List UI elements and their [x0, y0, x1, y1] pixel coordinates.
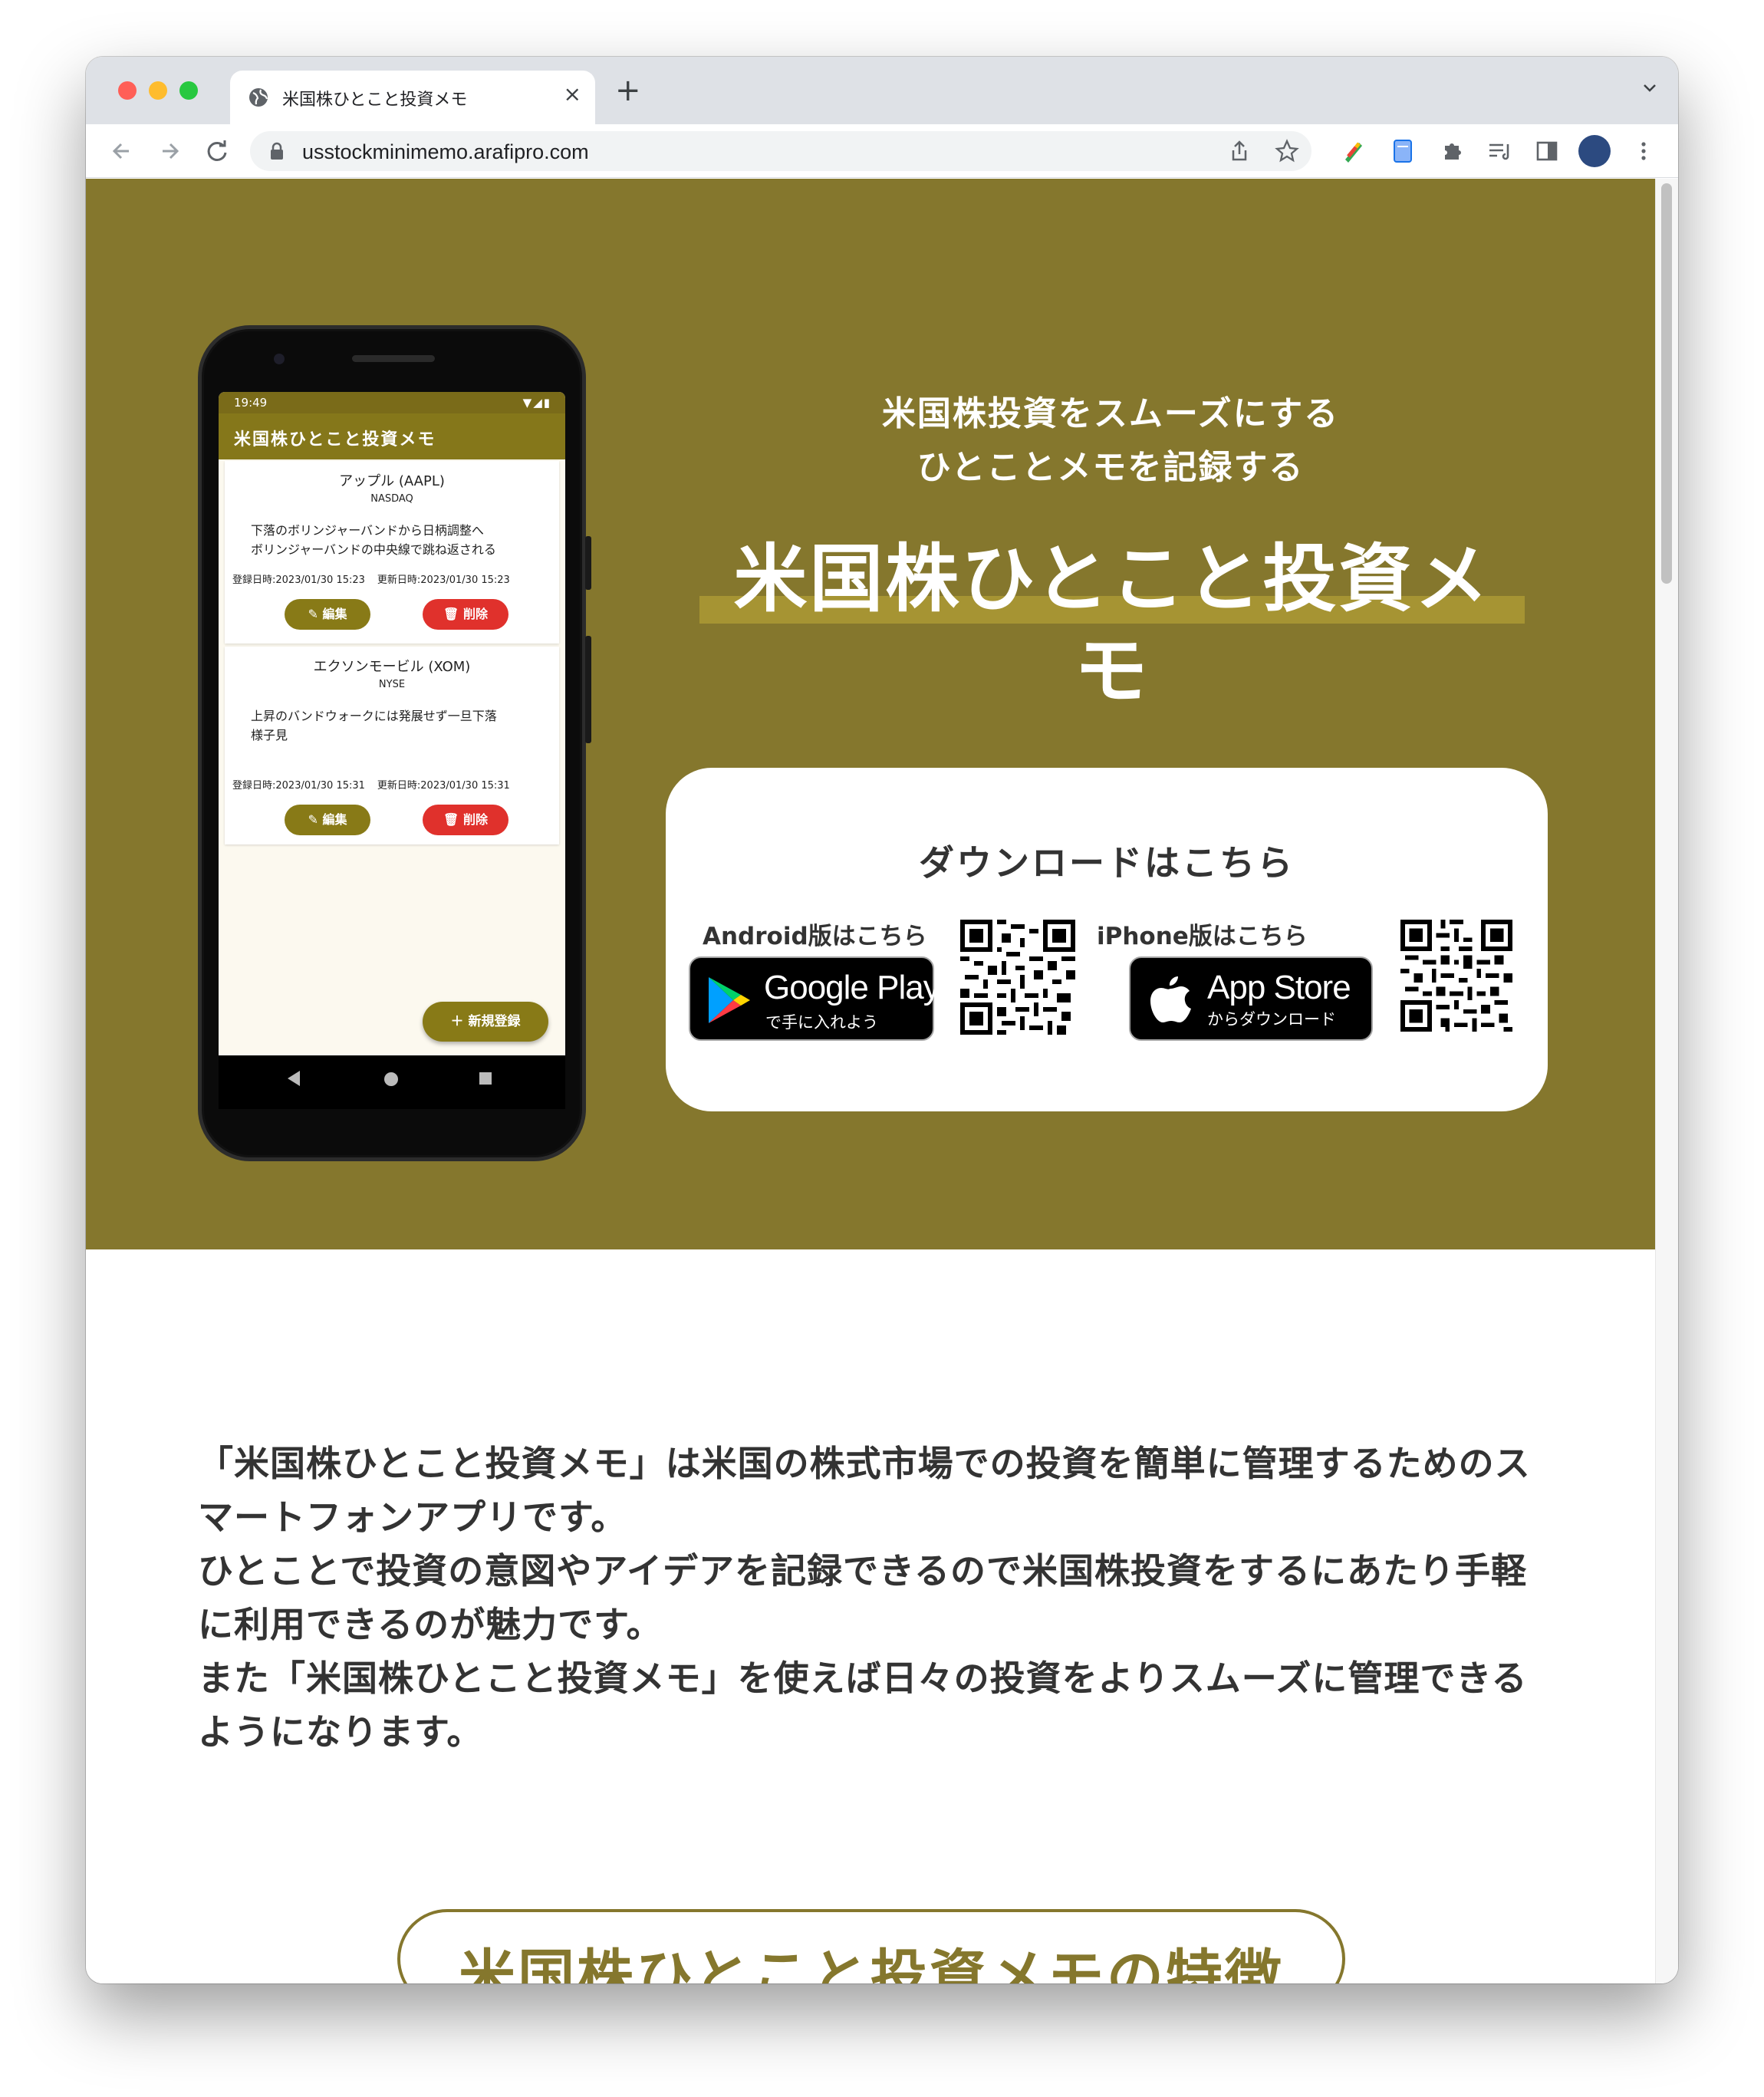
- status-time: 19:49: [234, 396, 268, 410]
- google-play-badge[interactable]: Google Play で手に入れよう: [689, 956, 940, 1041]
- minimize-window-button[interactable]: [149, 81, 167, 100]
- chevron-down-icon[interactable]: [1641, 80, 1658, 97]
- download-heading: ダウンロードはこちら: [919, 842, 1295, 884]
- intro-paragraph: 「米国株ひとこと投資メモ」は米国の株式市場での投資を簡単に管理するためのスマート…: [198, 1443, 1531, 1538]
- app-store-subtext: からダウンロード: [1207, 1010, 1336, 1029]
- address-bar[interactable]: usstockminimemo.arafipro.com: [250, 131, 1311, 171]
- edit-label: 編集: [322, 607, 347, 621]
- side-panel-icon[interactable]: [1532, 137, 1562, 166]
- maximize-window-button[interactable]: [179, 81, 198, 100]
- intro-paragraph: ひとことで投資の意図やアイデアを記録できるので米国株投資をするにあたり手軽に利用…: [198, 1550, 1528, 1645]
- reload-icon[interactable]: [199, 133, 235, 169]
- fab-label: 新規登録: [468, 1014, 521, 1029]
- tab-close-icon[interactable]: ×: [564, 81, 581, 107]
- hero-tagline-line-2: ひとことメモを記録する: [917, 448, 1305, 487]
- google-play-icon: [709, 977, 750, 1023]
- android-label: Android版はこちら: [703, 923, 927, 950]
- phone-volume-button: [585, 536, 591, 590]
- iphone-qr-code[interactable]: [1400, 920, 1512, 1032]
- status-icons: ▼◢▮: [522, 396, 551, 410]
- phone-mockup: 19:49 ▼◢▮ 米国株ひとこと投資メモ アップル (AAPL) NASDAQ…: [198, 325, 591, 1161]
- hero-title: 米国株ひとこと投資メモ: [733, 536, 1491, 714]
- iphone-label: iPhone版はこちら: [1097, 923, 1308, 950]
- hero-title-block: 米国株ひとこと投資メモ: [699, 533, 1525, 714]
- stock-market: NYSE: [378, 679, 406, 690]
- edit-button[interactable]: ✎ 編集: [285, 599, 370, 630]
- phone-camera: [274, 354, 285, 364]
- forward-arrow-icon[interactable]: [152, 133, 187, 169]
- reading-list-icon[interactable]: [1485, 137, 1514, 166]
- intro-text: 「米国株ひとこと投資メモ」は米国の株式市場での投資を簡単に管理するためのスマート…: [198, 1437, 1555, 1759]
- android-home-icon: [384, 1072, 398, 1086]
- features-heading: 米国株ひとこと投資メモの特徴: [459, 1944, 1284, 1983]
- lock-icon[interactable]: [268, 141, 285, 161]
- scrollbar-track[interactable]: [1655, 179, 1678, 1983]
- edit-button[interactable]: ✎ 編集: [285, 805, 370, 835]
- close-window-button[interactable]: [118, 81, 137, 100]
- features-heading-box: 米国株ひとこと投資メモの特徴: [397, 1909, 1345, 1983]
- apple-logo-icon: [1150, 976, 1191, 1022]
- phone-status-bar: 19:49 ▼◢▮: [219, 392, 565, 413]
- phone-screen: 19:49 ▼◢▮ 米国株ひとこと投資メモ アップル (AAPL) NASDAQ…: [219, 392, 565, 1055]
- google-play-subtext: で手に入れよう: [765, 1013, 878, 1032]
- phone-nav-bar: [219, 1055, 565, 1109]
- memo-dates: 登録日時:2023/01/30 15:23 更新日時:2023/01/30 15:…: [232, 571, 555, 586]
- updated-date: 更新日時:2023/01/30 15:31: [377, 780, 510, 792]
- browser-window: 米国株ひとこと投資メモ × + usstockminimemo.arafipro…: [86, 57, 1678, 1983]
- stock-market: NASDAQ: [370, 493, 413, 505]
- kebab-menu-icon[interactable]: [1629, 137, 1658, 166]
- phone-speaker: [352, 355, 435, 362]
- page-viewport[interactable]: 19:49 ▼◢▮ 米国株ひとこと投資メモ アップル (AAPL) NASDAQ…: [86, 179, 1678, 1983]
- android-back-icon: [288, 1071, 300, 1086]
- updated-date: 更新日時:2023/01/30 15:23: [377, 574, 510, 586]
- new-tab-button[interactable]: +: [615, 75, 641, 106]
- phone-app-bar: 米国株ひとこと投資メモ: [219, 413, 565, 459]
- google-play-text: Google Play: [764, 969, 940, 1006]
- url-text[interactable]: usstockminimemo.arafipro.com: [302, 140, 589, 164]
- phone-power-button: [585, 636, 591, 743]
- created-date: 登録日時:2023/01/30 15:31: [232, 780, 365, 792]
- star-icon[interactable]: [1273, 137, 1301, 165]
- stock-name: エクソンモービル (XOM): [313, 659, 471, 675]
- memo-card: エクソンモービル (XOM) NYSE 上昇のバンドウォークには発展せず一旦下落…: [225, 647, 559, 844]
- delete-label: 削除: [462, 607, 488, 621]
- memo-text: 上昇のバンドウォークには発展せず一旦下落 様子見: [251, 709, 497, 742]
- delete-button[interactable]: 🗑 削除: [423, 599, 508, 630]
- new-memo-fab[interactable]: ＋ 新規登録: [423, 1002, 548, 1042]
- extensions-icon[interactable]: [1437, 137, 1466, 166]
- delete-button[interactable]: 🗑 削除: [423, 805, 508, 835]
- app-store-text: App Store: [1207, 969, 1351, 1006]
- hero-section: 19:49 ▼◢▮ 米国株ひとこと投資メモ アップル (AAPL) NASDAQ…: [86, 179, 1655, 1249]
- created-date: 登録日時:2023/01/30 15:23: [232, 574, 365, 586]
- android-recents-icon: [479, 1072, 492, 1085]
- share-icon[interactable]: [1226, 137, 1253, 165]
- hero-tagline-line-1: 米国株投資をスムーズにする: [881, 394, 1340, 433]
- browser-toolbar: usstockminimemo.arafipro.com: [86, 124, 1678, 178]
- pen-extension-icon[interactable]: [1339, 137, 1368, 166]
- intro-paragraph: また「米国株ひとこと投資メモ」を使えば日々の投資をよりスムーズに管理できるように…: [198, 1658, 1528, 1753]
- profile-avatar[interactable]: [1578, 135, 1611, 167]
- app-store-badge[interactable]: App Store からダウンロード: [1129, 956, 1373, 1041]
- document-extension-icon[interactable]: [1388, 137, 1417, 166]
- download-card: ダウンロードはこちら Android版はこちら Google Play で手に入…: [666, 768, 1548, 1111]
- title-bar: 米国株ひとこと投資メモ × +: [86, 57, 1678, 124]
- back-arrow-icon[interactable]: [104, 133, 140, 169]
- memo-dates: 登録日時:2023/01/30 15:31 更新日時:2023/01/30 15:…: [232, 777, 555, 792]
- memo-card: アップル (AAPL) NASDAQ 下落のボリンジャーバンドから日柄調整へ ボ…: [225, 461, 559, 644]
- phone-app-title: 米国株ひとこと投資メモ: [234, 430, 436, 449]
- memo-text: 下落のボリンジャーバンドから日柄調整へ ボリンジャーバンドの中央線で跳ね返される: [251, 523, 496, 557]
- globe-icon: [249, 88, 268, 107]
- edit-label: 編集: [322, 812, 347, 827]
- scrollbar-thumb[interactable]: [1661, 183, 1672, 584]
- android-qr-code[interactable]: [960, 920, 1075, 1035]
- delete-label: 削除: [462, 812, 488, 827]
- browser-tab[interactable]: 米国株ひとこと投資メモ ×: [230, 71, 595, 124]
- tab-title: 米国株ひとこと投資メモ: [282, 91, 468, 110]
- stock-name: アップル (AAPL): [339, 473, 445, 489]
